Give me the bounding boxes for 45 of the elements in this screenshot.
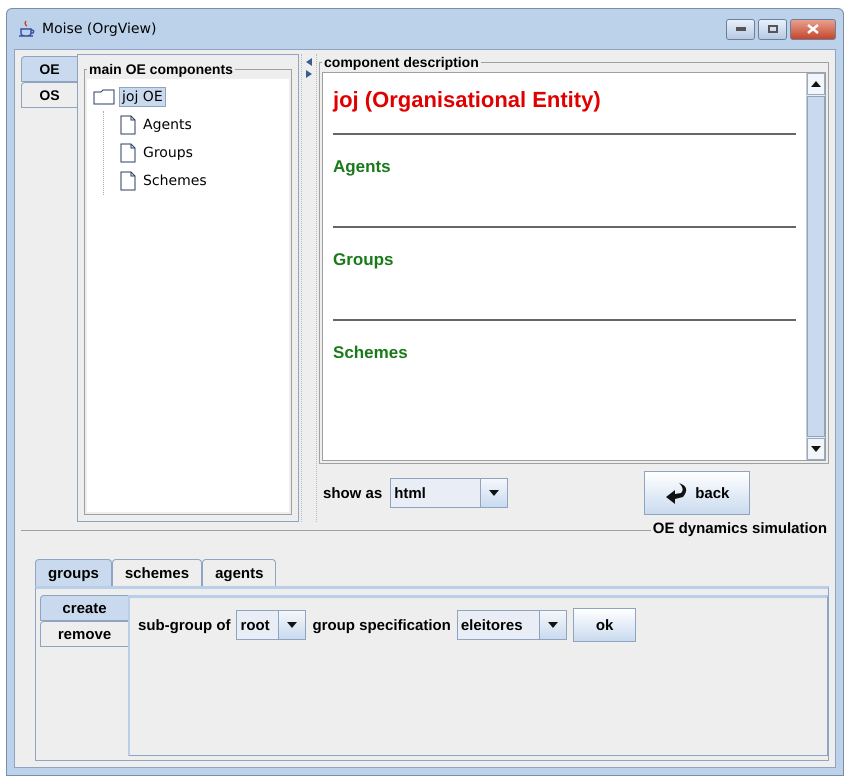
folder-icon: [93, 89, 115, 105]
tab[interactable]: agents: [202, 559, 276, 586]
window-title: Moise (OrgView): [42, 21, 156, 37]
back-button[interactable]: back: [644, 471, 750, 515]
tree-node[interactable]: Groups: [140, 143, 196, 163]
scrollbar[interactable]: [806, 73, 825, 460]
tree-node[interactable]: Agents: [140, 115, 195, 135]
side-tab[interactable]: create: [40, 595, 128, 621]
ok-button[interactable]: ok: [572, 608, 636, 642]
parent-group-dropdown[interactable]: root: [236, 610, 306, 640]
section-heading: Schemes: [333, 343, 409, 363]
field-label: sub-group of: [138, 616, 230, 634]
dropdown-caret-icon: [811, 446, 821, 452]
section-title: OE dynamics simulation: [650, 520, 829, 537]
tree-node[interactable]: Schemes: [140, 171, 210, 191]
close-button[interactable]: [790, 18, 836, 40]
side-tab[interactable]: remove: [40, 621, 128, 647]
coffee-cup-icon: [18, 20, 36, 38]
dropdown-caret-icon: [489, 490, 500, 496]
section-heading: Agents: [333, 157, 392, 177]
page-icon: [120, 171, 136, 191]
scroll-up-icon: [811, 81, 821, 87]
panel-title: component description: [323, 54, 480, 70]
maximize-icon: [768, 25, 778, 33]
maximize-button[interactable]: [758, 18, 787, 40]
side-tab[interactable]: OS: [21, 82, 77, 108]
close-icon: [807, 24, 819, 34]
collapse-arrows-icon: [306, 58, 312, 78]
minimize-icon: [736, 27, 746, 31]
field-label: show as: [323, 484, 382, 502]
page-icon: [120, 143, 136, 163]
field-label: group specification: [312, 616, 451, 634]
panel-title: main OE components: [88, 61, 234, 77]
dropdown-caret-icon: [548, 622, 558, 628]
dropdown-caret-icon: [287, 622, 298, 628]
minimize-button[interactable]: [726, 18, 755, 40]
tab[interactable]: groups: [35, 559, 112, 586]
tree-node[interactable]: joj OE: [119, 87, 166, 107]
group-spec-dropdown[interactable]: eleitores: [456, 610, 567, 640]
section-heading: Groups: [333, 250, 394, 270]
page-icon: [120, 115, 136, 135]
description-heading: joj (Organisational Entity): [333, 87, 602, 113]
tab[interactable]: schemes: [112, 559, 202, 586]
side-tab[interactable]: OE: [21, 56, 77, 82]
format-dropdown[interactable]: html: [390, 478, 508, 508]
